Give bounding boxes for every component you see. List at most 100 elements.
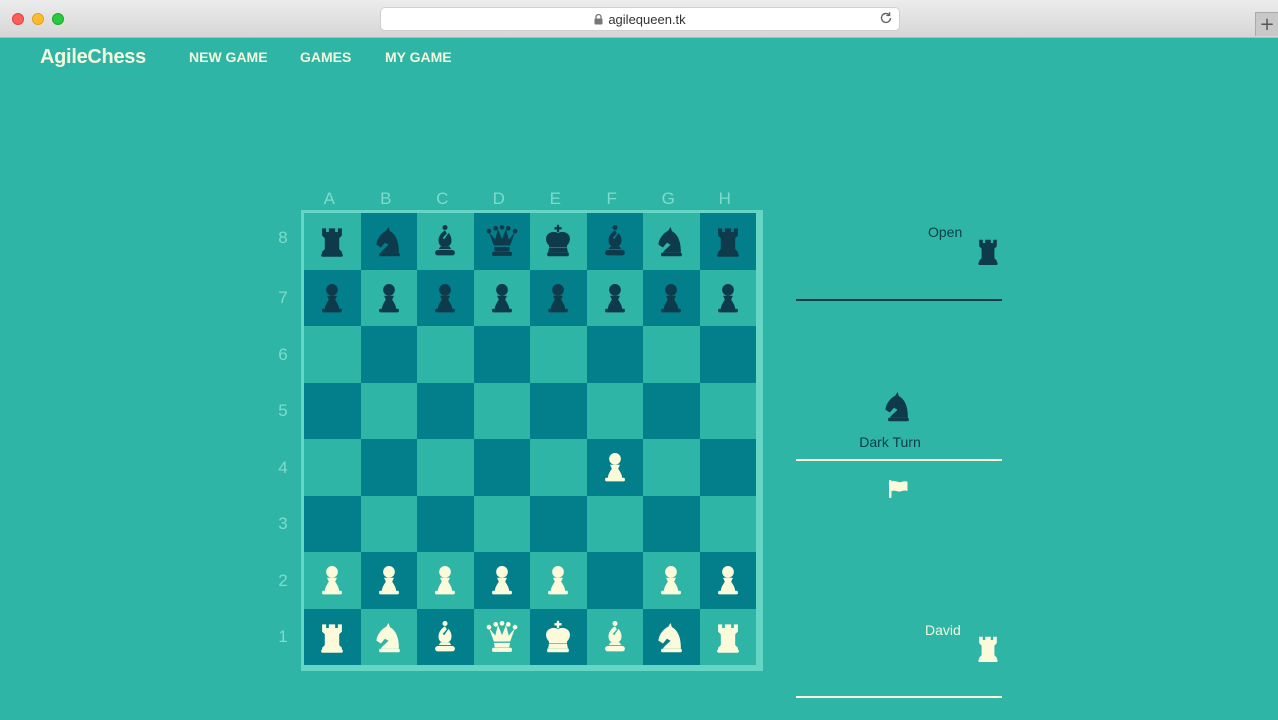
square-g4[interactable] [643, 439, 700, 496]
square-d2[interactable] [473, 552, 530, 609]
square-a6[interactable] [304, 326, 361, 383]
square-c6[interactable] [417, 326, 474, 383]
white-rook-icon[interactable] [710, 619, 746, 655]
square-h1[interactable] [699, 608, 756, 665]
plus-icon[interactable]: + [1255, 12, 1278, 36]
square-h3[interactable] [699, 495, 756, 552]
square-a1[interactable] [304, 608, 361, 665]
square-e8[interactable] [530, 213, 587, 270]
square-b5[interactable] [360, 382, 417, 439]
square-b7[interactable] [360, 269, 417, 326]
black-bishop-icon[interactable] [597, 223, 633, 259]
square-h7[interactable] [699, 269, 756, 326]
square-e1[interactable] [530, 608, 587, 665]
square-d7[interactable] [473, 269, 530, 326]
square-c4[interactable] [417, 439, 474, 496]
square-g3[interactable] [643, 495, 700, 552]
black-queen-icon[interactable] [484, 223, 520, 259]
fullscreen-window-button[interactable] [52, 13, 64, 25]
square-c5[interactable] [417, 382, 474, 439]
square-b3[interactable] [360, 495, 417, 552]
square-c7[interactable] [417, 269, 474, 326]
white-queen-icon[interactable] [484, 619, 520, 655]
square-f6[interactable] [586, 326, 643, 383]
square-d5[interactable] [473, 382, 530, 439]
brand-logo[interactable]: AgileChess [40, 46, 146, 69]
white-rook-icon[interactable] [314, 619, 350, 655]
white-pawn-icon[interactable] [314, 562, 350, 598]
nav-games[interactable]: GAMES [300, 49, 351, 65]
square-f2[interactable] [586, 552, 643, 609]
square-a7[interactable] [304, 269, 361, 326]
square-e4[interactable] [530, 439, 587, 496]
address-bar[interactable]: agilequeen.tk [380, 7, 900, 31]
square-e6[interactable] [530, 326, 587, 383]
nav-my-game[interactable]: MY GAME [385, 49, 452, 65]
square-a5[interactable] [304, 382, 361, 439]
square-a2[interactable] [304, 552, 361, 609]
white-knight-icon[interactable] [653, 619, 689, 655]
square-b1[interactable] [360, 608, 417, 665]
square-h2[interactable] [699, 552, 756, 609]
square-b8[interactable] [360, 213, 417, 270]
square-d8[interactable] [473, 213, 530, 270]
minimize-window-button[interactable] [32, 13, 44, 25]
square-h6[interactable] [699, 326, 756, 383]
square-c2[interactable] [417, 552, 474, 609]
square-g6[interactable] [643, 326, 700, 383]
nav-new-game[interactable]: NEW GAME [189, 49, 268, 65]
square-c3[interactable] [417, 495, 474, 552]
black-rook-icon[interactable] [710, 223, 746, 259]
black-pawn-icon[interactable] [597, 280, 633, 316]
white-king-icon[interactable] [540, 619, 576, 655]
square-h8[interactable] [699, 213, 756, 270]
square-a4[interactable] [304, 439, 361, 496]
white-bishop-icon[interactable] [597, 619, 633, 655]
square-b4[interactable] [360, 439, 417, 496]
flag-icon[interactable] [888, 479, 909, 504]
square-c1[interactable] [417, 608, 474, 665]
white-pawn-icon[interactable] [653, 562, 689, 598]
black-pawn-icon[interactable] [314, 280, 350, 316]
white-pawn-icon[interactable] [371, 562, 407, 598]
square-e5[interactable] [530, 382, 587, 439]
square-f4[interactable] [586, 439, 643, 496]
white-pawn-icon[interactable] [484, 562, 520, 598]
white-pawn-icon[interactable] [540, 562, 576, 598]
close-window-button[interactable] [12, 13, 24, 25]
square-e2[interactable] [530, 552, 587, 609]
square-d3[interactable] [473, 495, 530, 552]
square-a3[interactable] [304, 495, 361, 552]
black-pawn-icon[interactable] [484, 280, 520, 316]
square-f7[interactable] [586, 269, 643, 326]
black-knight-icon[interactable] [371, 223, 407, 259]
square-f3[interactable] [586, 495, 643, 552]
square-d4[interactable] [473, 439, 530, 496]
square-g8[interactable] [643, 213, 700, 270]
square-e7[interactable] [530, 269, 587, 326]
black-knight-icon[interactable] [653, 223, 689, 259]
square-b2[interactable] [360, 552, 417, 609]
square-g2[interactable] [643, 552, 700, 609]
black-king-icon[interactable] [540, 223, 576, 259]
square-a8[interactable] [304, 213, 361, 270]
square-f5[interactable] [586, 382, 643, 439]
square-h4[interactable] [699, 439, 756, 496]
square-c8[interactable] [417, 213, 474, 270]
square-d1[interactable] [473, 608, 530, 665]
black-pawn-icon[interactable] [710, 280, 746, 316]
black-pawn-icon[interactable] [371, 280, 407, 316]
square-f1[interactable] [586, 608, 643, 665]
black-rook-icon[interactable] [314, 223, 350, 259]
white-pawn-icon[interactable] [427, 562, 463, 598]
square-g7[interactable] [643, 269, 700, 326]
square-e3[interactable] [530, 495, 587, 552]
square-g5[interactable] [643, 382, 700, 439]
black-bishop-icon[interactable] [427, 223, 463, 259]
black-pawn-icon[interactable] [653, 280, 689, 316]
black-pawn-icon[interactable] [427, 280, 463, 316]
white-knight-icon[interactable] [371, 619, 407, 655]
square-d6[interactable] [473, 326, 530, 383]
square-f8[interactable] [586, 213, 643, 270]
square-b6[interactable] [360, 326, 417, 383]
